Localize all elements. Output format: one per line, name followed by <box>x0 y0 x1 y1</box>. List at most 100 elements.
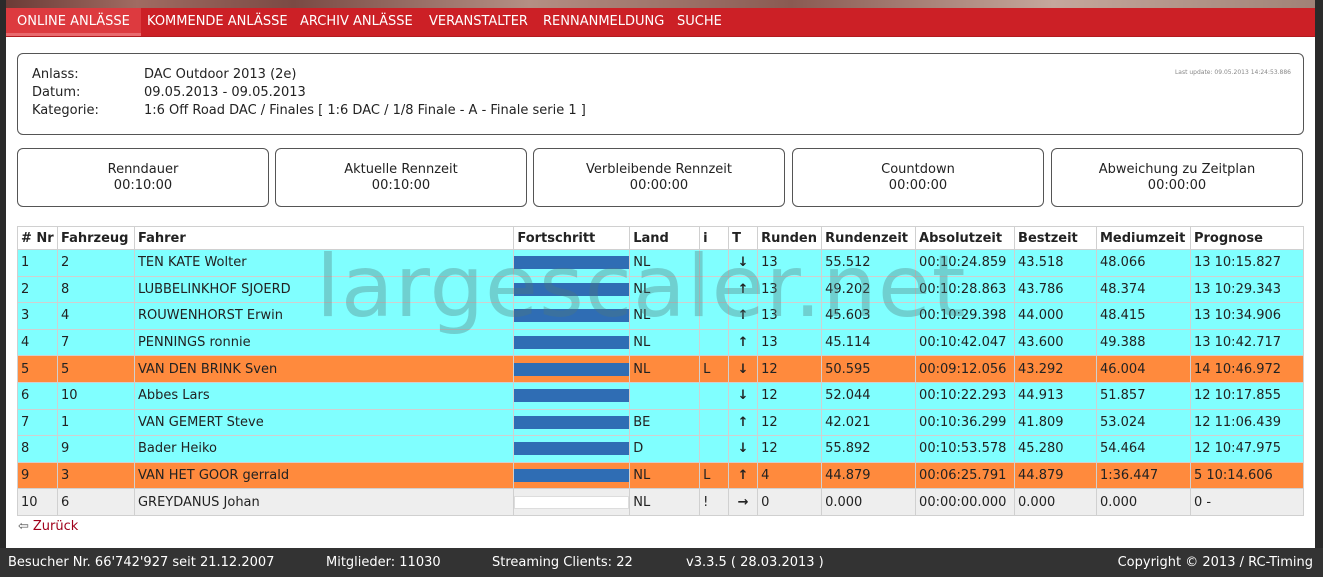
nav-veranstalter[interactable]: VERANSTALTER <box>418 8 539 36</box>
cell-mediumzeit: 49.388 <box>1095 328 1191 357</box>
cell-i <box>699 275 730 304</box>
arrow-down-icon: ↓ <box>737 361 749 377</box>
cell-nr: 6 <box>17 381 58 410</box>
cell-bestzeit: 0.000 <box>1014 488 1097 516</box>
cell-mediumzeit: 48.066 <box>1095 249 1191 277</box>
arrow-up-icon: ↑ <box>737 308 749 324</box>
cell-i <box>699 408 730 437</box>
nav-archiv-anlaesse[interactable]: ARCHIV ANLÄSSE <box>289 8 424 36</box>
cell-prognose: 13 10:29.343 <box>1189 275 1305 304</box>
cell-t: → <box>728 488 759 516</box>
cell-prognose: 12 11:06.439 <box>1189 408 1305 437</box>
cell-bestzeit: 43.600 <box>1014 328 1097 357</box>
timer-renndauer: Renndauer 00:10:00 <box>17 148 269 207</box>
arrow-up-icon: ↑ <box>737 335 749 351</box>
nav-kommende-anlaesse[interactable]: KOMMENDE ANLÄSSE <box>136 8 299 36</box>
cell-absolutzeit: 00:10:42.047 <box>915 328 1016 357</box>
event-info-box: Anlass: DAC Outdoor 2013 (2e) Datum: 09.… <box>17 53 1304 135</box>
timer-label: Countdown <box>881 162 955 177</box>
cell-rundenzeit: 0.000 <box>821 488 917 516</box>
col-header-land[interactable]: Land <box>629 226 701 250</box>
table-row: 4 7 PENNINGS ronnie NL ↑ 13 45.114 00:10:42.047… <box>17 328 1305 357</box>
cell-t: ↑ <box>728 461 759 490</box>
cell-fortschritt <box>513 249 631 277</box>
cell-fahrer: ROUWENHORST Erwin <box>133 302 515 330</box>
cell-nr: 10 <box>17 488 58 516</box>
cell-nr: 2 <box>17 275 58 304</box>
cell-prognose: 14 10:46.972 <box>1189 355 1305 383</box>
col-header-fahrzeug[interactable]: Fahrzeug <box>56 226 135 250</box>
cell-land: NL <box>629 461 701 490</box>
col-header-prognose[interactable]: Prognose <box>1189 226 1305 250</box>
cell-fahrer: LUBBELINKHOF SJOERD <box>133 275 515 304</box>
cell-fortschritt <box>513 488 631 516</box>
col-header-mediumzeit[interactable]: Mediumzeit <box>1095 226 1191 250</box>
cell-rundenzeit: 50.595 <box>821 355 917 383</box>
footer-version: v3.3.5 ( 28.03.2013 ) <box>686 555 824 570</box>
col-header-runden[interactable]: Runden <box>757 226 823 250</box>
cell-t: ↓ <box>728 249 759 277</box>
cell-absolutzeit: 00:10:22.293 <box>915 381 1016 410</box>
col-header-fahrer[interactable]: Fahrer <box>133 226 515 250</box>
nav-online-anlaesse[interactable]: ONLINE ANLÄSSE <box>6 8 141 36</box>
back-link[interactable]: ⇦ Zurück <box>18 519 78 534</box>
cell-prognose: 12 10:47.975 <box>1189 435 1305 463</box>
cell-absolutzeit: 00:10:29.398 <box>915 302 1016 330</box>
arrow-left-icon: ⇦ <box>18 519 29 534</box>
col-header-t[interactable]: T <box>728 226 759 250</box>
progress-bar <box>514 415 630 429</box>
timer-label: Abweichung zu Zeitplan <box>1098 162 1256 177</box>
table-row: 10 6 GREYDANUS Johan NL! → 0 0.000 00:00:00.000… <box>17 488 1305 516</box>
table-row: 1 2 TEN KATE Wolter NL ↓ 13 55.512 00:10:24.859… <box>17 249 1305 277</box>
cell-bestzeit: 44.913 <box>1014 381 1097 410</box>
arrow-up-icon: ↑ <box>737 281 749 297</box>
arrow-up-icon: ↑ <box>737 414 749 430</box>
cell-fahrer: Bader Heiko <box>133 435 515 463</box>
progress-bar <box>514 362 630 376</box>
col-header-fortschritt[interactable]: Fortschritt <box>513 226 631 250</box>
table-row: 3 4 ROUWENHORST Erwin NL ↑ 13 45.603 00:10:29.3… <box>17 302 1305 330</box>
progress-bar <box>514 442 630 456</box>
cell-bestzeit: 44.879 <box>1014 461 1097 490</box>
cell-prognose: 13 10:15.827 <box>1189 249 1305 277</box>
col-header-rundenzeit[interactable]: Rundenzeit <box>821 226 917 250</box>
cell-mediumzeit: 48.415 <box>1095 302 1191 330</box>
col-header-bestzeit[interactable]: Bestzeit <box>1014 226 1097 250</box>
cell-fahrzeug: 6 <box>56 488 135 516</box>
progress-bar <box>514 389 630 403</box>
progress-bar <box>514 256 630 270</box>
cell-runden: 12 <box>757 435 823 463</box>
col-header-i[interactable]: i <box>699 226 730 250</box>
cell-fahrzeug: 1 <box>56 408 135 437</box>
nav-rennanmeldung[interactable]: RENNANMELDUNG <box>532 8 675 36</box>
cell-fahrzeug: 8 <box>56 275 135 304</box>
cell-i <box>699 328 730 357</box>
datum-label: Datum: <box>32 85 81 100</box>
timer-value: 00:00:00 <box>888 178 948 193</box>
cell-fortschritt <box>513 355 631 383</box>
cell-land: NL <box>629 275 701 304</box>
footer-mitglieder: Mitglieder: 11030 <box>326 555 441 570</box>
cell-bestzeit: 41.809 <box>1014 408 1097 437</box>
col-header-nr[interactable]: # Nr <box>17 226 58 250</box>
timer-label: Renndauer <box>107 162 179 177</box>
cell-fahrzeug: 9 <box>56 435 135 463</box>
cell-absolutzeit: 00:06:25.791 <box>915 461 1016 490</box>
cell-rundenzeit: 55.892 <box>821 435 917 463</box>
progress-bar <box>514 469 630 483</box>
arrow-down-icon: ↓ <box>737 441 749 457</box>
timer-value: 00:00:00 <box>629 178 689 193</box>
cell-land: NL <box>629 249 701 277</box>
timer-verbleibende-rennzeit: Verbleibende Rennzeit 00:00:00 <box>533 148 785 207</box>
cell-fahrzeug: 7 <box>56 328 135 357</box>
cell-fahrer: VAN GEMERT Steve <box>133 408 515 437</box>
cell-fortschritt <box>513 381 631 410</box>
anlass-label: Anlass: <box>32 67 79 82</box>
nav-suche[interactable]: SUCHE <box>666 8 733 36</box>
arrow-down-icon: ↓ <box>737 388 749 404</box>
cell-nr: 8 <box>17 435 58 463</box>
cell-t: ↑ <box>728 328 759 357</box>
cell-prognose: 5 10:14.606 <box>1189 461 1305 490</box>
cell-i: L <box>699 461 730 490</box>
col-header-absolutzeit[interactable]: Absolutzeit <box>915 226 1016 250</box>
